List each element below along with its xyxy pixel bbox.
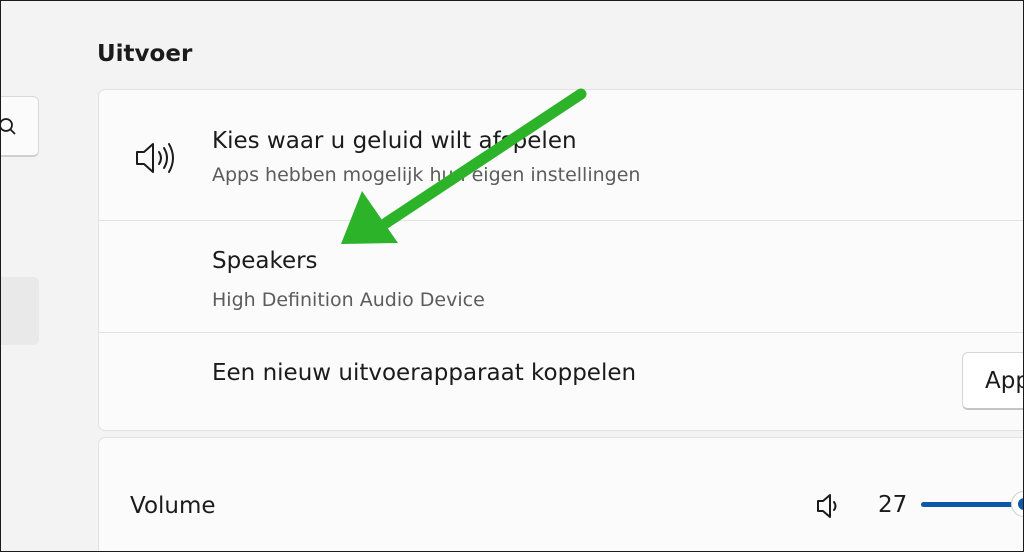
output-choice-row[interactable]: Kies waar u geluid wilt afspelen Apps he… <box>99 90 1023 220</box>
add-device-button[interactable]: App <box>962 352 1023 410</box>
device-name: Speakers <box>212 248 318 274</box>
volume-label: Volume <box>130 493 216 519</box>
device-speakers-row[interactable]: Speakers High Definition Audio Device <box>99 221 1023 332</box>
output-choice-title: Kies waar u geluid wilt afspelen <box>212 128 577 154</box>
output-card: Kies waar u geluid wilt afspelen Apps he… <box>98 89 1023 431</box>
search-icon <box>1 118 16 135</box>
search-box[interactable] <box>1 96 39 157</box>
pair-device-label: Een nieuw uitvoerapparaat koppelen <box>212 360 637 386</box>
volume-slider-thumb[interactable] <box>1011 491 1023 517</box>
section-title: Uitvoer <box>97 41 193 67</box>
pair-device-row: Een nieuw uitvoerapparaat koppelen <box>99 333 1023 430</box>
volume-icon[interactable] <box>816 493 842 519</box>
volume-slider-fill <box>921 502 1016 507</box>
speaker-icon <box>136 143 174 173</box>
volume-card: Volume 27 <box>98 437 1023 551</box>
volume-value: 27 <box>878 492 908 518</box>
sidebar-selected-item[interactable] <box>1 277 39 345</box>
settings-window: Uitvoer Kies waar u geluid wilt afspelen… <box>0 0 1024 552</box>
volume-slider-track[interactable] <box>921 502 1023 507</box>
output-choice-subtitle: Apps hebben mogelijk hun eigen instellin… <box>212 164 641 186</box>
device-description: High Definition Audio Device <box>212 289 485 311</box>
